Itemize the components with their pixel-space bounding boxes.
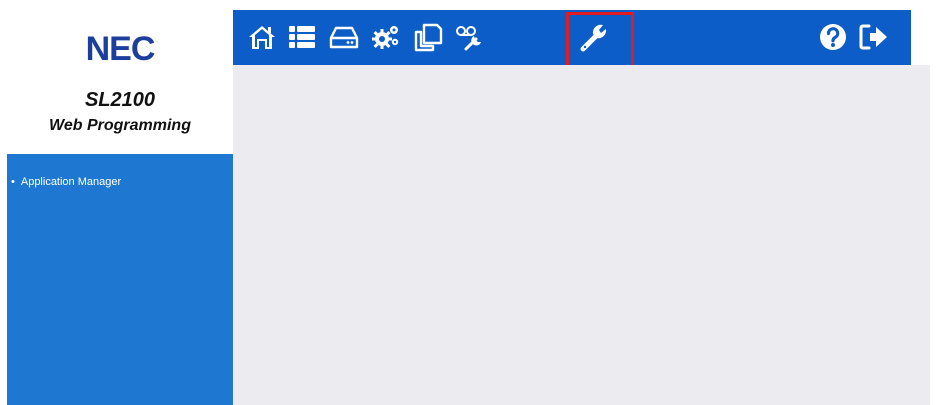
bullet: • [11,176,15,188]
list-icon[interactable] [287,22,317,52]
settings-gears-icon[interactable] [371,22,401,52]
sidebar-header: NEC SL2100 Web Programming [7,10,233,154]
nec-logo: NEC [85,30,156,68]
copy-icon[interactable] [413,22,443,52]
product-title: SL2100 [84,89,156,111]
voicemail-icon[interactable] [454,22,484,52]
active-tab-highlight [566,12,634,72]
logout-icon[interactable] [859,22,889,52]
sidebar-item-label: Application Manager [20,176,122,188]
sidebar-item-application-manager[interactable]: • Application Manager [11,176,121,188]
main-content [233,65,930,405]
product-subtitle: Web Programming [49,117,191,134]
drive-icon[interactable] [329,22,359,52]
sidebar-nav: • Application Manager [7,154,233,405]
help-icon[interactable] [818,22,848,52]
home-icon[interactable] [247,22,277,52]
